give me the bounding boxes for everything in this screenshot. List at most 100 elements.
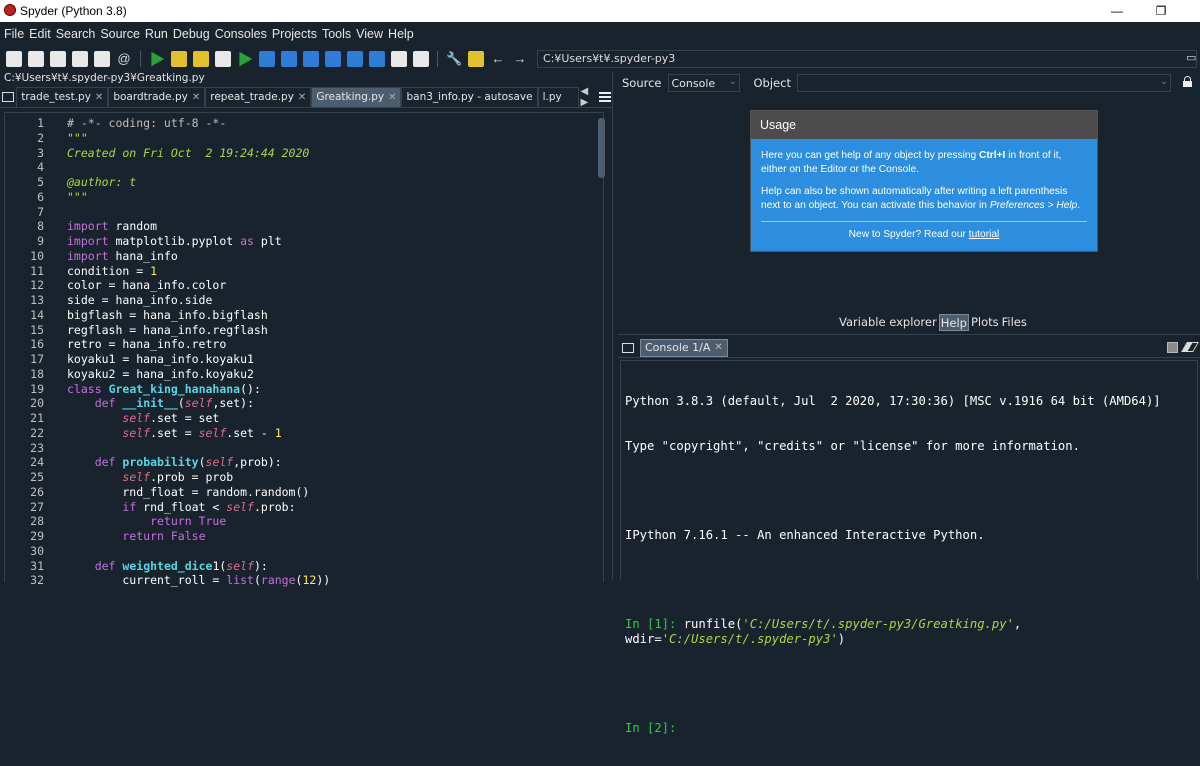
browse-tabs-icon[interactable] [0,87,16,107]
close-icon[interactable]: ✕ [388,88,396,107]
fullscreen-icon[interactable] [413,51,429,67]
menu-search[interactable]: Search [56,27,96,41]
line-number: 10 [30,248,44,263]
code-line: koyaku1 = hana_info.koyaku1 [67,352,254,366]
back-arrow-icon[interactable]: ← [490,51,506,67]
open-file-icon[interactable] [28,51,44,67]
tab-l[interactable]: l.py [537,87,579,107]
run-cell-icon[interactable] [171,51,187,67]
save-all-icon[interactable] [72,51,88,67]
tab-greatking[interactable]: Greatking.py ✕ [311,87,402,107]
tab-help[interactable]: Help [938,314,969,331]
menu-source[interactable]: Source [100,27,140,41]
close-icon[interactable]: ✕ [298,88,306,107]
menu-consoles[interactable]: Consoles [215,27,267,41]
menu-run[interactable]: Run [145,27,168,41]
code-line: import hana_info [67,248,178,263]
run-selection-icon[interactable] [215,51,231,67]
line-number: 21 [30,411,44,425]
code-line: if rnd_float < self.prob: [122,499,296,514]
code-line: """ [67,130,88,145]
tab-variable-explorer[interactable]: Variable explorer [838,314,938,331]
step-into-icon[interactable] [303,51,319,67]
working-directory-input[interactable]: C:¥Users¥t¥.spyder-py3 [537,50,1197,68]
step-return-icon[interactable] [325,51,341,67]
python-path-icon[interactable] [468,51,484,67]
close-icon[interactable]: ✕ [714,340,722,356]
code-line: color = hana_info.color [67,278,227,293]
tab-console-1a[interactable]: Console 1/A ✕ [640,338,728,357]
menu-help[interactable]: Help [388,27,414,41]
tutorial-link[interactable]: tutorial [969,229,1000,240]
help-pane: Source Console ⌄ Object ⌄ Usage Here you … [618,72,1200,334]
line-number-gutter: 1 2 3 4 5 6 7 8 9 10 11 12 13 14 15 16 17 18 19 20 21 22 23 24 2… [6,116,44,588]
tab-ban3-info[interactable]: ban3_info.py - autosave [401,87,538,107]
continue-icon[interactable] [347,51,363,67]
tab-files[interactable]: Files [1001,314,1028,331]
object-input[interactable]: ⌄ [796,74,1171,92]
forward-arrow-icon[interactable]: → [512,51,528,67]
list-icon[interactable] [94,51,110,67]
code-editor[interactable]: 1 2 3 4 5 6 7 8 9 10 11 12 13 14 15 16 17 18 19 20 21 22 23 24 2… [0,110,612,587]
line-number: 4 [37,160,44,175]
line-number: 22 [30,425,44,440]
code-line: def weighted_dice1(self): [94,558,268,573]
at-icon[interactable]: @ [116,51,132,67]
console-line: IPython 7.16.1 -- An enhanced Interactiv… [625,528,985,542]
line-number: 14 [30,307,44,322]
menu-edit[interactable]: Edit [29,27,51,41]
line-number: 27 [30,499,44,514]
debug-icon[interactable] [259,51,275,67]
code-text[interactable]: # -*- coding: utf-8 -*- """ Created on Fri… [67,116,330,588]
new-file-icon[interactable] [6,51,22,67]
line-number: 16 [30,337,44,352]
close-icon[interactable]: ✕ [95,88,103,107]
options-menu-icon[interactable] [597,87,612,107]
code-line: side = hana_info.side [67,293,213,307]
browse-folder-icon[interactable]: ▭ [1186,51,1198,65]
rerun-icon[interactable] [239,51,253,67]
console-prompt[interactable]: In [2]: [625,721,1193,736]
tab-boardtrade[interactable]: boardtrade.py ✕ [108,87,206,107]
toolbar-separator [437,51,438,67]
source-select[interactable]: Console ⌄ [667,74,740,92]
menu-file[interactable]: File [4,27,24,41]
spyder-logo-icon [4,4,16,16]
usage-title: Usage [751,111,1097,139]
editor-scrollbar[interactable] [598,118,605,178]
lock-icon[interactable] [1183,76,1192,87]
menu-view[interactable]: View [356,27,383,41]
tab-trade-test[interactable]: trade_test.py ✕ [16,87,109,107]
step-icon[interactable] [281,51,297,67]
menu-bar: File Edit Search Source Run Debug Consol… [0,22,1200,46]
console-output[interactable]: Python 3.8.3 (default, Jul 2 2020, 17:30… [625,364,1193,766]
menu-tools[interactable]: Tools [322,27,351,41]
tab-repeat-trade[interactable]: repeat_trade.py ✕ [205,87,312,107]
eraser-icon[interactable] [1181,342,1199,352]
line-number: 25 [30,470,44,484]
maximize-pane-icon[interactable] [391,51,407,67]
code-line: # -*- coding: utf-8 -*- [67,116,227,130]
tab-scroll-arrows[interactable]: ◀ ▶ [579,86,598,108]
console-line: Type "copyright", "credits" or "license"… [625,439,1080,453]
code-line: @author: t [67,175,137,189]
minimize-button[interactable]: — [1094,0,1140,22]
line-number: 6 [37,189,44,204]
wrench-icon[interactable]: 🔧 [446,51,462,67]
run-cell-advance-icon[interactable] [193,51,209,67]
help-pane-tabs: Variable explorer Help Plots Files [838,314,1029,331]
close-icon[interactable]: ✕ [192,88,200,107]
stop-icon[interactable] [1167,342,1178,353]
editor-tab-bar: trade_test.py ✕ boardtrade.py ✕ repeat_tra… [0,86,612,108]
save-icon[interactable] [50,51,66,67]
menu-debug[interactable]: Debug [173,27,210,41]
run-icon[interactable] [151,51,165,67]
restore-button[interactable]: ❐ [1138,0,1184,22]
line-number: 31 [30,558,44,573]
code-line: self.prob = prob [122,470,234,484]
browse-tabs-icon[interactable] [618,338,638,358]
menu-projects[interactable]: Projects [272,27,317,41]
stop-debug-icon[interactable] [369,51,385,67]
tab-plots[interactable]: Plots [970,314,1000,331]
